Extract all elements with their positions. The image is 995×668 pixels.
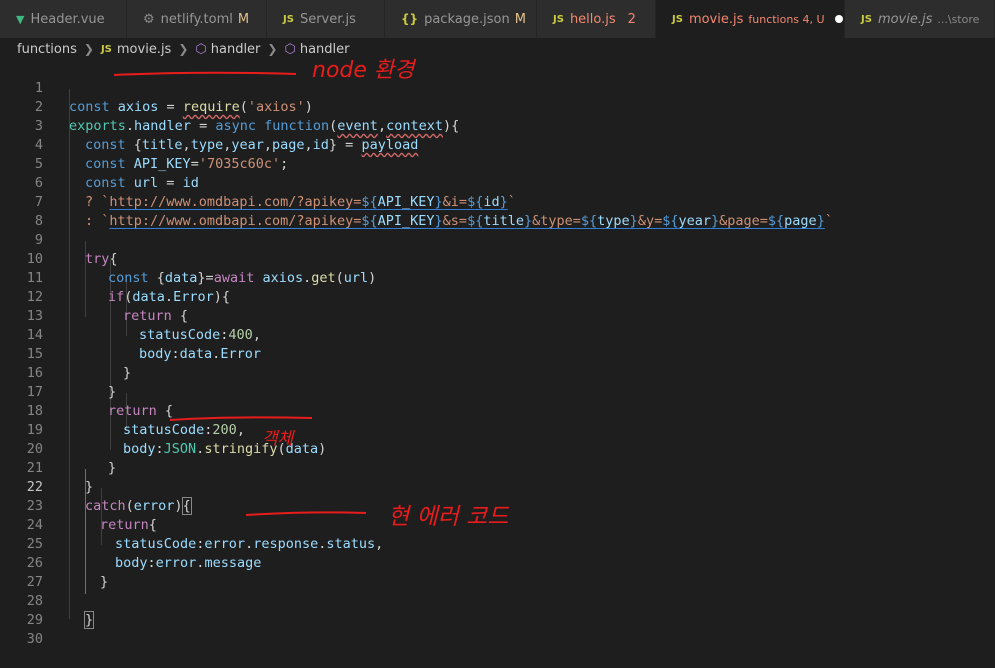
code-line: 28 }: [0, 573, 995, 629]
code-editor[interactable]: 1 const axios = require('axios') 2 expor…: [0, 60, 995, 647]
code-line: 30: [0, 611, 995, 647]
code-line: 9 try{: [0, 212, 995, 267]
tab-label: netlify.toml: [160, 11, 233, 27]
code-line: 27: [0, 554, 995, 590]
tab-label: movie.js: [877, 11, 933, 27]
chevron-right-icon: ❯: [178, 42, 189, 56]
cube-icon: ⬡: [195, 41, 207, 57]
js-icon: JS: [100, 43, 112, 55]
code-line: 11 if(data.Error){: [0, 250, 995, 305]
code-line: 8: [0, 193, 995, 229]
code-line: 24 statusCode:error.response.status,: [0, 497, 995, 552]
tab-label: package.json: [424, 11, 510, 27]
code-line: 19 body:JSON.stringify(data): [0, 402, 995, 457]
js-icon: JS: [672, 13, 683, 25]
code-line: 29: [0, 592, 995, 628]
tab-label: Server.js: [299, 11, 356, 27]
cube-icon: ⬡: [284, 41, 296, 57]
unsaved-dot-icon[interactable]: [834, 15, 843, 23]
tab-label: Header.vue: [30, 11, 105, 27]
code-line-current: 22 catch(error){: [0, 459, 995, 515]
tab-netlify-toml[interactable]: ⚙ netlify.toml M: [127, 0, 267, 38]
tab-bar: ▼ Header.vue ⚙ netlify.toml M JS Server.…: [0, 0, 995, 38]
tab-movie-js-active[interactable]: JS movie.js functions 4, U: [656, 0, 845, 38]
tab-server-js[interactable]: JS Server.js: [267, 0, 385, 38]
tab-hello-js[interactable]: JS hello.js 2: [537, 0, 656, 38]
code-line: 3 const {title,type,year,page,id} = payl…: [0, 98, 995, 153]
tab-movie-js-store[interactable]: JS movie.js ...\store: [845, 0, 995, 38]
chevron-right-icon: ❯: [83, 42, 94, 56]
code-line: 13 statusCode:400,: [0, 288, 995, 343]
tab-description: ...\store: [937, 12, 980, 26]
code-line: 2 exports.handler = async function(event…: [0, 79, 995, 134]
code-line: 17 return {: [0, 364, 995, 419]
code-line: 12 return {: [0, 269, 995, 324]
breadcrumb-item-symbol[interactable]: handler: [211, 42, 261, 57]
problem-count-badge: 2: [627, 11, 636, 27]
code-line: 4 const API_KEY='7035c60c';: [0, 117, 995, 172]
code-line: 6 ? `http://www.omdbapi.com/?apikey=${AP…: [0, 155, 995, 210]
code-line: 18 statusCode:200,: [0, 383, 995, 438]
code-line: 14 body:data.Error: [0, 307, 995, 362]
code-line: 15 }: [0, 326, 995, 381]
breadcrumb-item-folder[interactable]: functions: [17, 42, 77, 57]
code-line: 26 }: [0, 535, 995, 590]
modified-badge: M: [514, 11, 526, 27]
modified-badge: M: [237, 11, 250, 27]
code-line: 1 const axios = require('axios'): [0, 60, 995, 115]
tab-header-vue[interactable]: ▼ Header.vue: [0, 0, 127, 38]
js-icon: JS: [553, 13, 564, 25]
line-number: 30: [26, 631, 43, 647]
json-icon: {}: [401, 12, 419, 26]
tab-description: functions 4, U: [748, 12, 825, 26]
code-line: 16 }: [0, 345, 995, 400]
js-icon: JS: [283, 13, 294, 25]
vue-icon: ▼: [16, 12, 25, 26]
breadcrumb-item-symbol[interactable]: handler: [300, 42, 350, 57]
code-line: 20 }: [0, 421, 995, 476]
tab-label: movie.js: [688, 11, 744, 27]
code-line: 5 const url = id: [0, 136, 995, 191]
code-line: 21 }: [0, 440, 995, 495]
tab-label: hello.js: [569, 11, 616, 27]
chevron-right-icon: ❯: [267, 42, 278, 56]
code-line: 10 const {data}=await axios.get(url): [0, 231, 995, 286]
breadcrumb: functions ❯ JS movie.js ❯ ⬡ handler ❯ ⬡ …: [0, 38, 995, 60]
code-line: 7 : `http://www.omdbapi.com/?apikey=${AP…: [0, 174, 995, 229]
tab-package-json[interactable]: {} package.json M: [385, 0, 537, 38]
code-line: 23 return{: [0, 478, 995, 533]
gear-icon: ⚙: [143, 11, 155, 27]
code-line: 25 body:error.message: [0, 516, 995, 571]
breadcrumb-item-file[interactable]: movie.js: [117, 42, 171, 57]
js-icon: JS: [861, 13, 872, 25]
